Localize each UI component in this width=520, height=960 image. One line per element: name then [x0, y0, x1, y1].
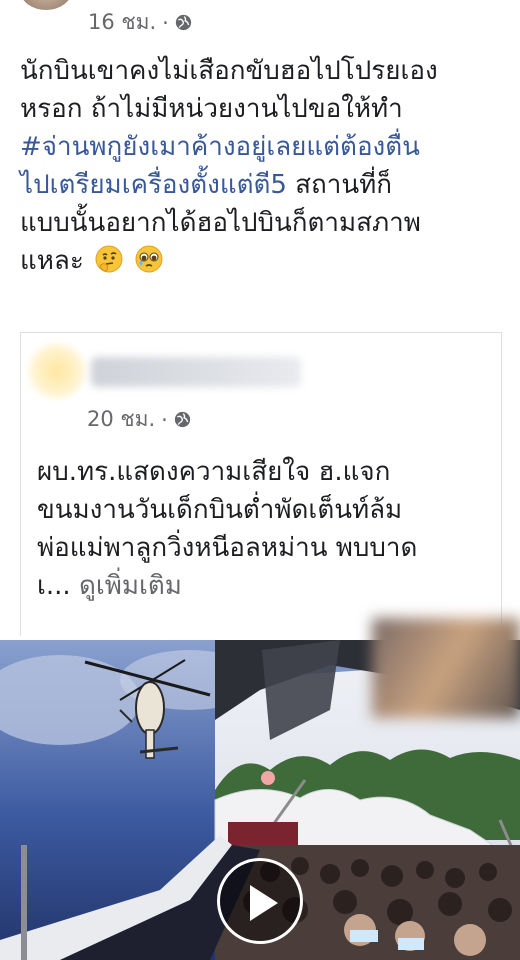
play-button[interactable] — [217, 858, 303, 944]
shared-post-body: ผบ.ทร.แสดงความเสียใจ ฮ.แจก ขนมงานวันเด็ก… — [37, 453, 499, 605]
post-text-line: หรอก ถ้าไม่มีหน่วยงานไปขอให้ทำ — [20, 94, 403, 124]
post-body: นักบินเขาคงไม่เสือกขับฮอไปโปรยเอง หรอก ถ… — [20, 52, 500, 280]
shared-post-card[interactable]: 20 ชม. · ผบ.ทร.แสดงความเสียใจ ฮ.แจก ขนมง… — [20, 332, 502, 636]
thinking-face-icon — [95, 245, 123, 273]
pleading-face-icon — [135, 245, 163, 273]
shared-text-line: พ่อแม่พาลูกวิ่งหนีอลหม่าน พบบาด — [37, 533, 418, 563]
shared-post-timestamp[interactable]: 20 ชม. — [87, 403, 155, 436]
shared-post-meta: 20 ชม. · — [87, 403, 191, 436]
hashtag-link-continued[interactable]: ไปเตรียมเครื่องตั้งแต่ตี5 — [20, 170, 287, 200]
hashtag-link[interactable]: #จ่านพกูยังเมาค้างอยู่เลยแต่ต้องตื่น — [20, 128, 500, 166]
see-more-link[interactable]: ดูเพิ่มเติม — [79, 571, 182, 601]
post-text-line: นักบินเขาคงไม่เสือกขับฮอไปโปรยเอง — [20, 56, 438, 86]
shared-author-name-blurred[interactable] — [91, 357, 301, 387]
shared-avatar[interactable] — [27, 343, 87, 399]
shared-text-line: ผบ.ทร.แสดงความเสียใจ ฮ.แจก — [37, 457, 391, 487]
globe-icon — [174, 411, 191, 428]
shared-text-line: ขนมงานวันเด็กบินต่ำพัดเต็นท์ล้ม — [37, 495, 403, 525]
meta-separator: · — [161, 407, 168, 432]
post-header: 16 ชม. · — [0, 0, 520, 40]
shared-text-line: เ... — [37, 571, 71, 601]
post-text-line: แหละ — [20, 246, 84, 276]
post-timestamp[interactable]: 16 ชม. — [88, 6, 156, 39]
blurred-overlay-image — [372, 618, 520, 718]
avatar[interactable] — [20, 0, 72, 10]
play-icon — [250, 885, 278, 921]
post-text-line: สถานที่ก็ — [286, 170, 393, 200]
post-meta: 16 ชม. · — [88, 6, 192, 39]
post-text-line: แบบนั้นอยากได้ฮอไปบินก็ตามสภาพ — [20, 208, 421, 238]
meta-separator: · — [162, 10, 169, 35]
globe-icon — [175, 14, 192, 31]
